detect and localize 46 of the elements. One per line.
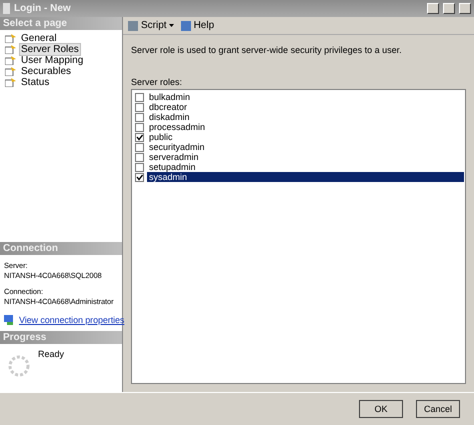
checkbox[interactable]: [135, 132, 144, 142]
role-item[interactable]: bulkadmin: [147, 92, 464, 102]
sidebar-item[interactable]: Server Roles: [19, 43, 81, 56]
ok-button[interactable]: OK: [359, 400, 403, 418]
description-text: Server role is used to grant server-wide security privileges to a user.: [131, 45, 403, 55]
role-item[interactable]: dbcreator: [147, 102, 464, 112]
checkbox[interactable]: [135, 112, 144, 122]
page-icon: [5, 78, 16, 87]
panel-header: Progress: [0, 331, 122, 344]
caret-icon: [168, 24, 174, 27]
roles-label: Server roles:: [131, 77, 184, 87]
checkbox[interactable]: [135, 92, 144, 102]
checkbox[interactable]: [135, 122, 144, 132]
role-item[interactable]: processadmin: [147, 122, 464, 132]
page-icon: [5, 67, 16, 76]
sidebar-item[interactable]: Securables: [19, 65, 74, 78]
panel-header: Select a page: [0, 17, 122, 30]
spinner-icon: [8, 355, 30, 378]
page-icon: [5, 34, 16, 43]
checkbox[interactable]: [135, 152, 144, 162]
page-icon: [5, 45, 16, 54]
window-icon: [3, 3, 10, 14]
connection-properties-link[interactable]: View connection properties: [19, 315, 124, 326]
sidebar-item[interactable]: Status: [19, 76, 52, 89]
window-title: Login - New: [14, 3, 72, 14]
maximize-button[interactable]: [443, 3, 455, 14]
sidebar-item[interactable]: User Mapping: [19, 54, 86, 67]
page-icon: [5, 56, 16, 65]
cancel-button[interactable]: Cancel: [416, 400, 460, 418]
role-item[interactable]: sysadmin: [147, 172, 464, 182]
minimize-button[interactable]: [427, 3, 439, 14]
help-button[interactable]: Help: [180, 20, 214, 32]
script-button[interactable]: Script: [127, 20, 174, 32]
checkbox[interactable]: [135, 102, 144, 112]
checkbox[interactable]: [135, 162, 144, 172]
role-item[interactable]: diskadmin: [147, 112, 464, 122]
panel-header: Connection: [0, 242, 122, 256]
checkbox[interactable]: [135, 142, 144, 152]
sidebar-item[interactable]: General: [19, 32, 59, 45]
role-item[interactable]: securityadmin: [147, 142, 464, 152]
role-item[interactable]: public: [147, 132, 464, 142]
close-button[interactable]: [459, 3, 471, 14]
checkbox[interactable]: [135, 172, 144, 182]
progress-status: Ready: [38, 349, 64, 362]
role-item[interactable]: setupadmin: [147, 162, 464, 172]
role-item[interactable]: serveradmin: [147, 152, 464, 162]
